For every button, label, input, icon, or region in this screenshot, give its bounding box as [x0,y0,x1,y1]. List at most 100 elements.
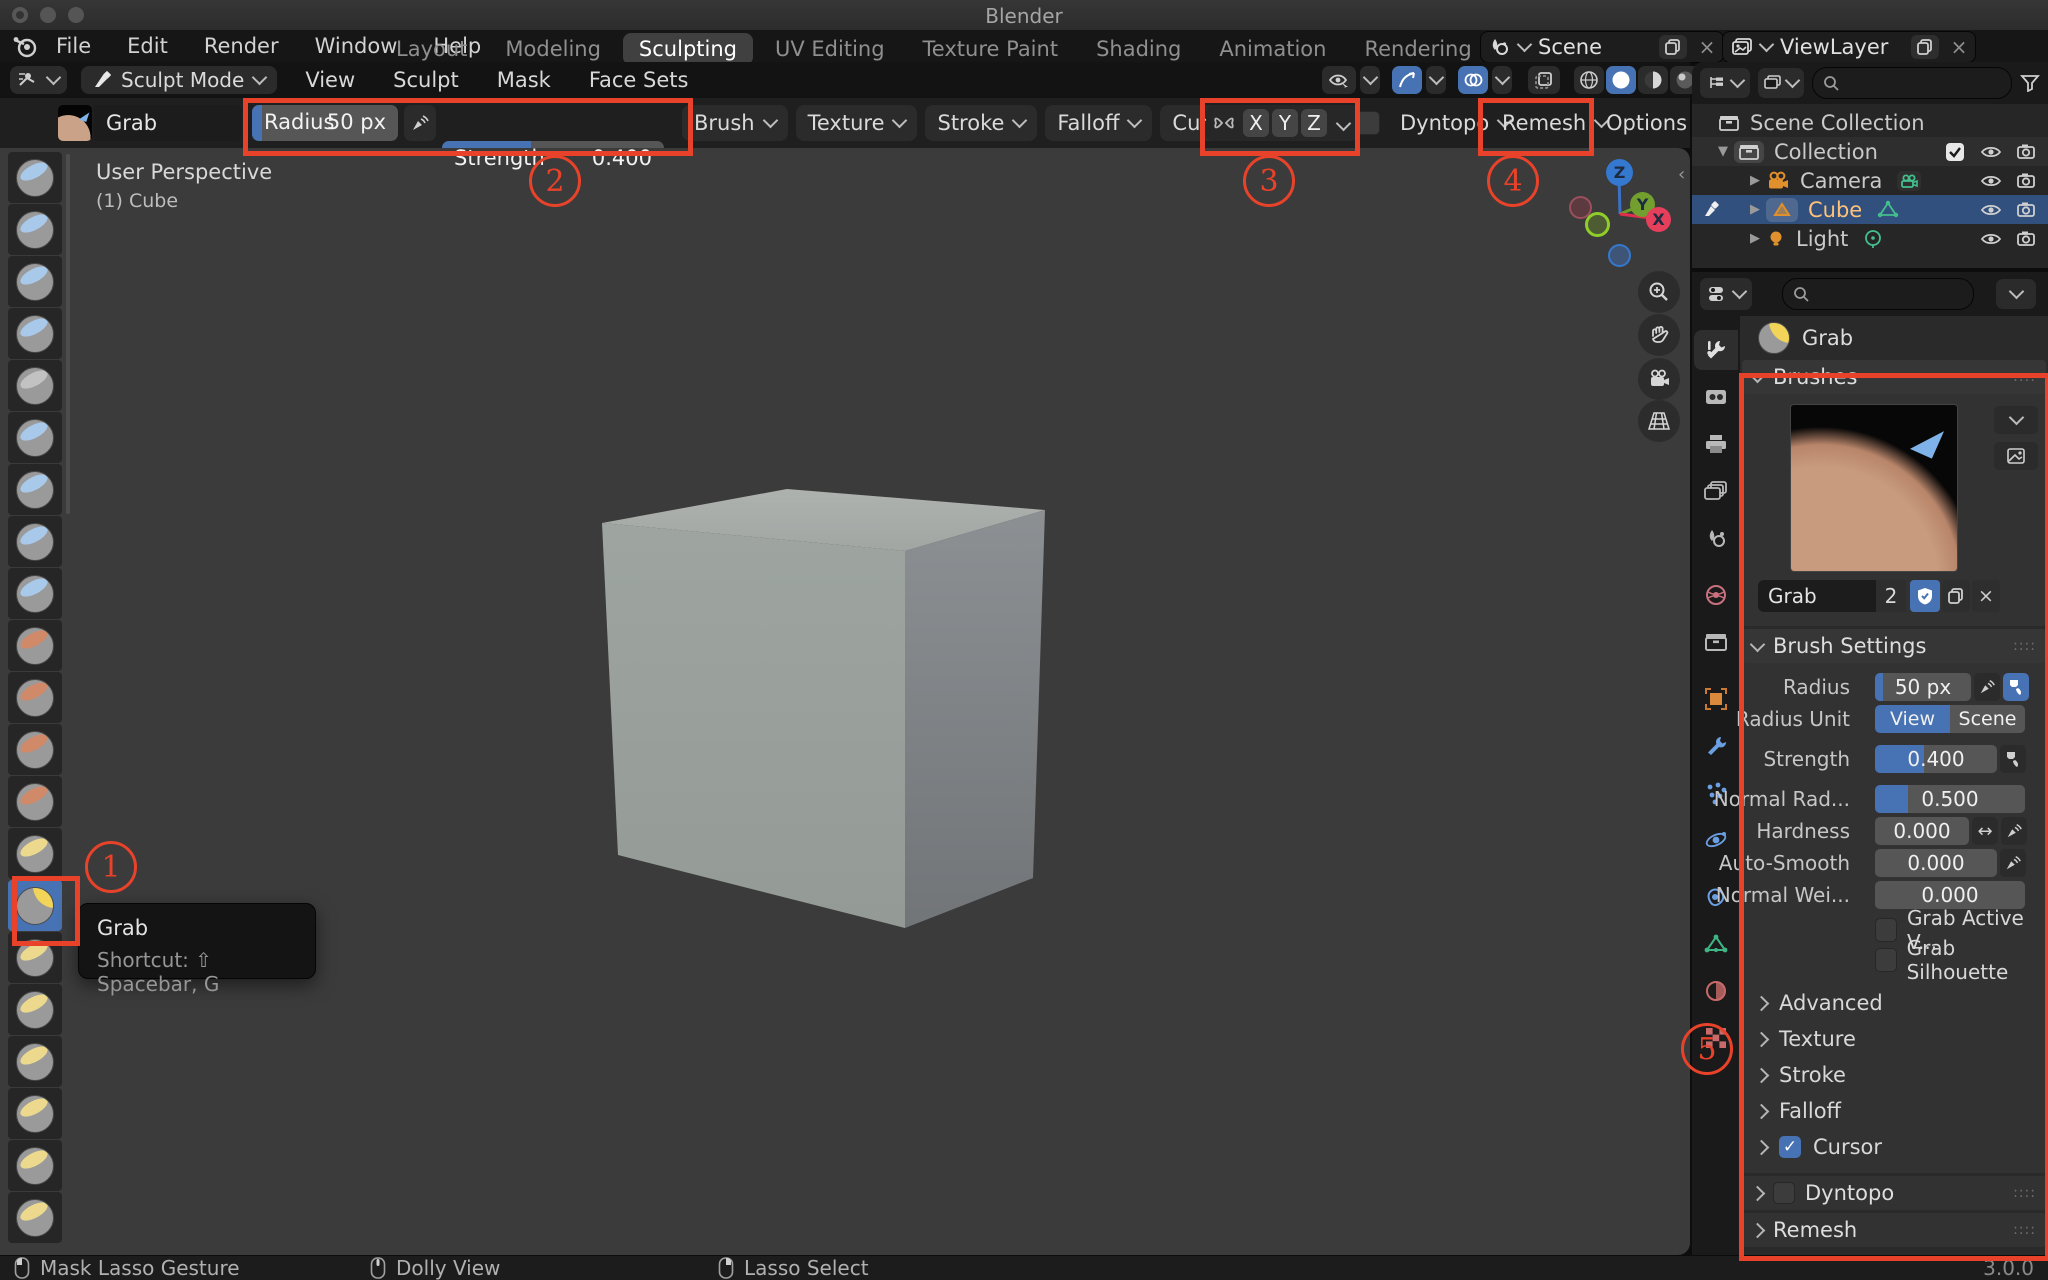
mirror-y-button[interactable]: Y [1272,109,1298,137]
panel-grip-icon[interactable]: :::: [2013,1222,2036,1238]
disclosure-collapsed-icon[interactable]: ▶ [1744,202,1766,217]
mirror-z-button[interactable]: Z [1301,109,1327,137]
camera-view-button[interactable] [1638,358,1680,400]
disclosure-collapsed-icon[interactable]: ▶ [1744,173,1766,188]
panel-grip-icon[interactable]: :::: [2013,369,2036,385]
workspace-tab-layout[interactable]: Layout [380,33,483,65]
hide-in-viewport-eye-icon[interactable] [1980,144,2002,160]
gizmo-minus-z-axis[interactable] [1608,244,1631,267]
xray-toggle-button[interactable] [1528,66,1560,94]
outliner-item-label[interactable]: Cube [1808,198,1862,222]
outliner-row-scene-collection[interactable]: Scene Collection [1692,108,2048,137]
tool-brush-blob[interactable] [8,516,62,567]
popover-falloff[interactable]: Falloff [1045,105,1152,141]
workspace-tab-uv-editing[interactable]: UV Editing [759,33,901,65]
properties-tab-scene[interactable] [1694,518,1738,558]
gizmo-z-axis[interactable]: Z [1606,159,1633,186]
properties-tab-material[interactable] [1694,971,1738,1011]
3d-viewport[interactable]: User Perspective (1) Cube Z Y X ‹ Grab S… [0,148,1690,1255]
disable-in-renders-camera-icon[interactable] [2016,201,2036,218]
properties-editor-type-button[interactable] [1700,278,1752,310]
hide-in-viewport-eye-icon[interactable] [1980,202,2002,218]
menu-render[interactable]: Render [200,34,283,58]
tool-brush-scrape[interactable] [8,724,62,775]
tool-brush-flatten[interactable] [8,672,62,723]
brush-name-field[interactable]: Grab [94,105,242,141]
pressure-sensitivity-button[interactable] [2000,849,2026,877]
unlink-scene-button[interactable]: × [1695,35,1719,59]
tool-brush-clay-thumb[interactable] [8,360,62,411]
zoom-view-button[interactable] [1638,271,1680,313]
visibility-toggle-button[interactable] [1322,66,1356,94]
menu-edit[interactable]: Edit [123,34,172,58]
fake-user-shield-button[interactable] [1910,580,1940,612]
filter-funnel-icon[interactable] [2020,74,2040,92]
overlays-dropdown-button[interactable] [1492,66,1512,94]
workspace-tab-shading[interactable]: Shading [1080,33,1197,65]
workspace-tab-modeling[interactable]: Modeling [489,33,617,65]
subpanel-texture[interactable]: Texture [1742,1021,2046,1057]
mirror-x-button[interactable]: X [1243,109,1269,137]
new-viewlayer-button[interactable] [1911,35,1939,59]
tool-brush-clay[interactable] [8,256,62,307]
tool-brush-smooth[interactable] [8,620,62,671]
overlays-toggle-button[interactable] [1458,66,1488,94]
toolbar-scrollbar[interactable] [66,154,70,514]
toggle-perspective-button[interactable] [1638,400,1680,442]
tool-brush-thumb[interactable] [8,1036,62,1087]
tool-brush-pose[interactable] [8,1088,62,1139]
shading-solid-button[interactable] [1606,66,1636,94]
default-cube[interactable] [0,148,1690,1255]
workspace-tab-texture-paint[interactable]: Texture Paint [907,33,1075,65]
disclosure-expanded-icon[interactable]: ▼ [1712,144,1734,159]
outliner-item-label[interactable]: Collection [1774,140,1878,164]
grab-silhouette-checkbox[interactable] [1875,948,1897,972]
tool-brush-nudge[interactable] [8,1140,62,1191]
brush-users-count-button[interactable]: 2 [1876,580,1906,612]
remove-viewlayer-button[interactable]: × [1947,35,1971,59]
radius-unit-option-scene[interactable]: Scene [1950,705,2025,733]
grab-active-v-checkbox[interactable] [1875,918,1897,942]
properties-tab-view-layer[interactable] [1694,471,1738,511]
viewport-menu-view[interactable]: View [299,68,361,92]
scene-name[interactable]: Scene [1538,35,1651,59]
hide-in-viewport-eye-icon[interactable] [1980,231,2002,247]
properties-tab-object-data[interactable] [1694,924,1738,964]
outliner-row-collection[interactable]: ▼ Collection [1692,137,2048,166]
new-scene-button[interactable] [1659,35,1687,59]
move-view-button[interactable] [1638,314,1680,356]
dyntopo-checkbox[interactable] [1356,111,1380,135]
subpanel-advanced[interactable]: Advanced [1742,985,2046,1021]
collection-exclude-checkbox[interactable] [1944,141,1966,163]
tool-brush-multi-plane-scrape[interactable] [8,776,62,827]
setting-slider-strength[interactable]: 0.400 [1875,745,1997,773]
shading-wireframe-button[interactable] [1574,66,1604,94]
workspace-tab-sculpting[interactable]: Sculpting [623,33,753,65]
viewlayer-name[interactable]: ViewLayer [1780,35,1903,59]
popover-stroke[interactable]: Stroke [925,105,1037,141]
tool-brush-elastic-deform[interactable] [8,932,62,983]
brush-select-dropdown[interactable] [1994,406,2038,434]
dyntopo-panel-header[interactable]: Dyntopo :::: [1742,1176,2046,1210]
outliner-search-input[interactable] [1812,67,2012,99]
viewport-menu-sculpt[interactable]: Sculpt [387,68,465,92]
remesh-panel-header[interactable]: Remesh :::: [1742,1213,2046,1247]
outliner-item-label[interactable]: Light [1796,227,1848,251]
subpanel-cursor[interactable]: ✓Cursor [1742,1129,2046,1165]
brushes-panel-header[interactable]: Brushes :::: [1742,360,2046,394]
setting-slider-normal-wei[interactable]: 0.000 [1875,881,2025,909]
editor-type-button[interactable] [10,66,67,94]
popover-brush[interactable]: Brush [682,105,788,141]
workspace-tab-rendering[interactable]: Rendering [1348,33,1487,65]
tool-brush-inflate[interactable] [8,464,62,515]
outliner-row-cube[interactable]: ▶ Cube [1692,195,2048,224]
pressure-sensitivity-button[interactable] [1974,673,2000,701]
outliner-row-light[interactable]: ▶ Light [1692,224,2048,253]
setting-slider-radius[interactable]: 50 px [1875,673,1971,701]
properties-options-dropdown[interactable] [1996,279,2036,309]
radius-pressure-button[interactable] [404,105,436,141]
workspace-tab-animation[interactable]: Animation [1203,33,1342,65]
brush-settings-panel-header[interactable]: Brush Settings :::: [1742,629,2046,663]
disclosure-collapsed-icon[interactable]: ▶ [1744,231,1766,246]
shading-material-button[interactable] [1638,66,1668,94]
